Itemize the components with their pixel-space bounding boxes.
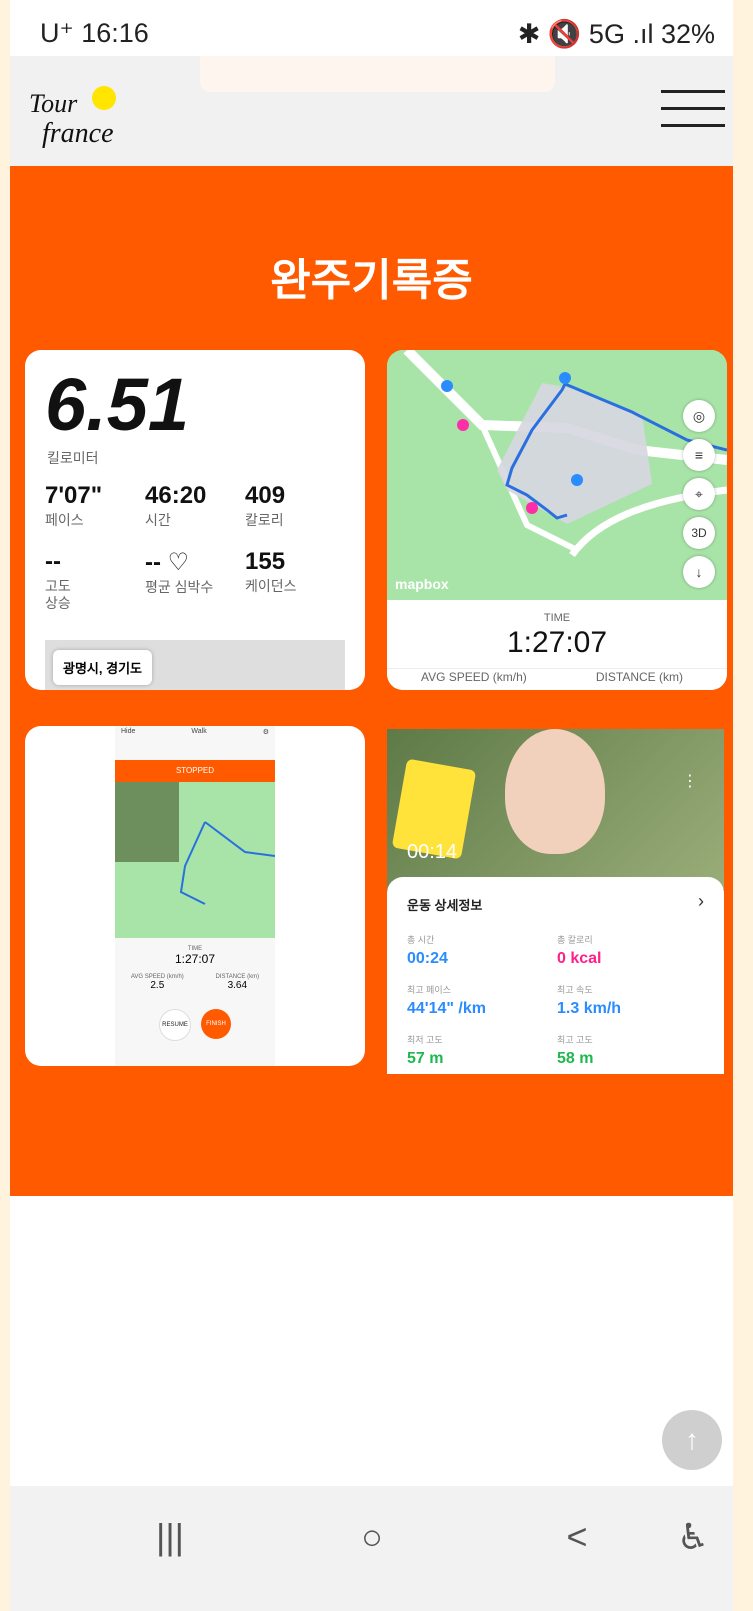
best-pace-stat: 최고 페이스 44'14" /km xyxy=(407,985,486,1017)
total-calorie-stat: 총 칼로리 0 kcal xyxy=(557,935,602,967)
phone-route-map xyxy=(179,821,275,905)
carrier-time: U⁺ 16:16 xyxy=(40,18,149,48)
status-bar: U⁺ 16:16 ✱ 🔇 5G .ıl 32% xyxy=(10,0,733,56)
location-label: 광명시, 경기도 xyxy=(53,650,152,685)
section-title: 완주기록증 xyxy=(270,256,473,305)
video-timer: 00:14 xyxy=(407,841,458,863)
calorie-stat: 409 칼로리 xyxy=(245,482,286,528)
route-map-card[interactable]: ◎ ≡ ⌖ 3D ↓ mapbox TIME 1:27:07 AVG SPEED… xyxy=(387,350,727,690)
detail-title: 운동 상세정보 xyxy=(407,898,483,913)
time-label: TIME xyxy=(543,612,571,624)
time-stat: 46:20 시간 xyxy=(145,482,207,528)
metric-row: AVG SPEED (km/h) DISTANCE (km) xyxy=(387,668,727,690)
screenshot-card[interactable]: Hide Walk ⚙ STOPPED TIME 1:27:07 AVG SPE… xyxy=(25,726,365,1066)
phone-header: Hide Walk ⚙ xyxy=(121,728,269,736)
avg-speed-label: AVG SPEED (km/h) xyxy=(421,670,527,684)
distance-label: DISTANCE (km) xyxy=(595,670,683,684)
system-nav-bar: ||| ○ < ♿ xyxy=(10,1486,733,1611)
distance-unit: 킬로미터 xyxy=(47,450,99,466)
download-icon[interactable]: ↓ xyxy=(683,556,715,588)
route-map xyxy=(387,350,727,600)
video-thumbnail: 00:14 ⋮ xyxy=(387,729,724,889)
best-speed-stat: 최고 속도 1.3 km/h xyxy=(557,985,622,1017)
total-time-stat: 총 시간 00:24 xyxy=(407,935,448,967)
3d-toggle[interactable]: 3D xyxy=(683,517,715,549)
cadence-stat: 155 케이던스 xyxy=(245,548,297,594)
finish-button: FINISH xyxy=(201,1009,231,1039)
locate-icon[interactable]: ⌖ xyxy=(683,478,715,510)
chevron-right-icon[interactable]: › xyxy=(698,891,704,912)
stopped-banner: STOPPED xyxy=(115,760,275,782)
status-icons: ✱ 🔇 5G .ıl 32% xyxy=(517,19,715,49)
recent-apps-button[interactable]: ||| xyxy=(130,1516,210,1558)
phone-time: TIME 1:27:07 xyxy=(174,946,216,966)
scroll-top-button[interactable]: ↑ xyxy=(662,1410,722,1470)
accessibility-icon[interactable]: ♿ xyxy=(653,1516,733,1558)
globe-icon[interactable]: ◎ xyxy=(683,400,715,432)
phone-stats: AVG SPEED (km/h) 2.5 DISTANCE (km) 3.64 xyxy=(130,974,260,991)
back-button[interactable]: < xyxy=(537,1516,617,1558)
peek-element xyxy=(200,56,555,92)
phone-map xyxy=(115,782,275,938)
share-icon[interactable]: ⋮ xyxy=(682,771,698,791)
menu-line xyxy=(661,107,725,110)
logo[interactable]: Tour france xyxy=(24,70,134,160)
max-altitude-stat: 최고 고도 58 m xyxy=(557,1035,594,1067)
home-button[interactable]: ○ xyxy=(332,1516,412,1558)
phone-buttons: RESUME FINISH xyxy=(115,1009,275,1041)
run-summary-card[interactable]: 6.51 킬로미터 7'07" 페이스 46:20 시간 409 칼로리 -- … xyxy=(25,350,365,690)
logo-text: Tour xyxy=(29,89,78,118)
site-header: Tour france xyxy=(10,56,733,166)
workout-detail-panel: 운동 상세정보 › 총 시간 00:24 총 칼로리 0 kcal 최고 페이스… xyxy=(387,877,724,1074)
mapbox-watermark: mapbox xyxy=(395,576,449,592)
resume-button: RESUME xyxy=(159,1009,191,1041)
layers-icon[interactable]: ≡ xyxy=(683,439,715,471)
distance-value: 6.51 xyxy=(45,363,190,446)
menu-line xyxy=(661,90,725,93)
pace-stat: 7'07" 페이스 xyxy=(45,482,103,528)
elevation-stat: -- 고도 상승 xyxy=(45,548,71,611)
completion-section: 완주기록증 6.51 킬로미터 7'07" 페이스 46:20 시간 409 칼… xyxy=(10,166,733,1196)
svg-text:france: france xyxy=(42,118,114,149)
menu-button[interactable] xyxy=(661,90,725,132)
menu-line xyxy=(661,124,725,127)
time-value: 1:27:07 xyxy=(506,626,608,659)
person-face xyxy=(505,729,605,854)
phone-screenshot: Hide Walk ⚙ STOPPED TIME 1:27:07 AVG SPE… xyxy=(115,726,275,1066)
screen: U⁺ 16:16 ✱ 🔇 5G .ıl 32% Tour france 완주기록… xyxy=(10,0,733,1611)
video-card[interactable]: 00:14 ⋮ 운동 상세정보 › 총 시간 00:24 총 칼로리 0 kca… xyxy=(387,729,724,1074)
heart-rate-stat: -- ♡ 평균 심박수 xyxy=(145,549,214,595)
min-altitude-stat: 최저 고도 57 m xyxy=(407,1035,444,1067)
